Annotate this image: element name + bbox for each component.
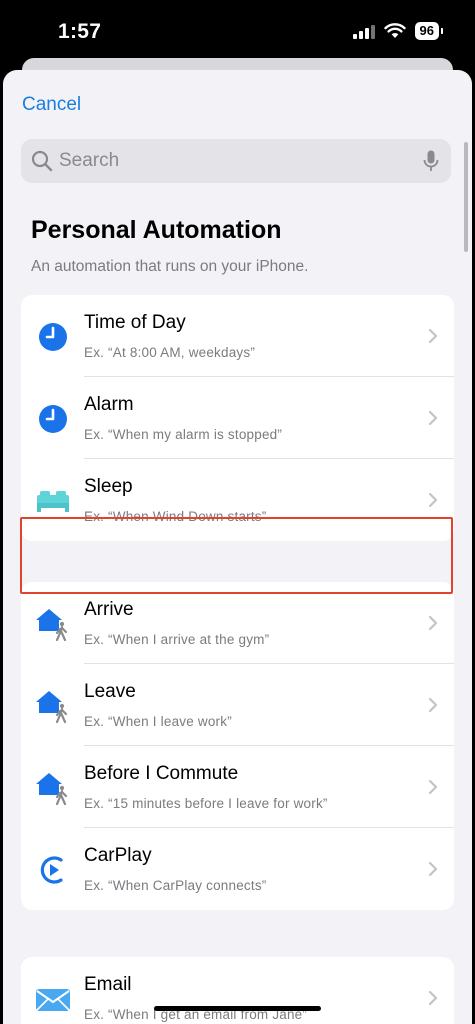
status-indicators: 96 xyxy=(352,22,444,40)
cellular-signal-icon xyxy=(352,24,375,39)
list-item-time-of-day[interactable]: Time of Day Ex. “At 8:00 AM, weekdays” xyxy=(21,295,454,377)
item-title: Sleep xyxy=(84,476,133,497)
item-subtitle: Ex. “When my alarm is stopped” xyxy=(84,427,283,442)
home-indicator[interactable] xyxy=(154,1006,321,1011)
status-time: 1:57 xyxy=(58,20,102,43)
alarm-icon xyxy=(39,405,67,433)
list-item-carplay[interactable]: CarPlay Ex. “When CarPlay connects” xyxy=(21,828,454,910)
chevron-right-icon xyxy=(428,697,438,713)
list-item-leave[interactable]: Leave Ex. “When I leave work” xyxy=(21,664,454,746)
chevron-right-icon xyxy=(428,861,438,877)
chevron-right-icon xyxy=(428,990,438,1006)
microphone-icon[interactable] xyxy=(423,150,439,173)
chevron-right-icon xyxy=(428,328,438,344)
item-subtitle: Ex. “When CarPlay connects” xyxy=(84,878,267,893)
item-title: Time of Day xyxy=(84,312,186,333)
cancel-button[interactable]: Cancel xyxy=(22,94,81,116)
item-subtitle: Ex. “When I arrive at the gym” xyxy=(84,632,270,647)
page-subtitle: An automation that runs on your iPhone. xyxy=(31,258,309,275)
automation-sheet: Cancel Personal Automation An automation… xyxy=(3,70,472,1024)
list-item-sleep[interactable]: Sleep Ex. “When Wind Down starts” xyxy=(21,459,454,541)
chevron-right-icon xyxy=(428,410,438,426)
list-item-before-i-commute[interactable]: Before I Commute Ex. “15 minutes before … xyxy=(21,746,454,828)
home-person-icon xyxy=(36,609,68,642)
page-title: Personal Automation xyxy=(31,216,282,244)
wifi-icon xyxy=(383,23,406,38)
list-item-alarm[interactable]: Alarm Ex. “When my alarm is stopped” xyxy=(21,377,454,459)
clock-icon xyxy=(39,323,67,351)
scrollbar[interactable] xyxy=(464,142,468,252)
list-item-arrive[interactable]: Arrive Ex. “When I arrive at the gym” xyxy=(21,582,454,664)
search-input[interactable] xyxy=(59,139,399,183)
item-title: Alarm xyxy=(84,394,134,415)
item-subtitle: Ex. “When Wind Down starts” xyxy=(84,509,267,524)
item-title: Leave xyxy=(84,681,136,702)
time-triggers-group: Time of Day Ex. “At 8:00 AM, weekdays” A… xyxy=(21,295,454,541)
mail-icon xyxy=(36,989,70,1011)
location-triggers-group: Arrive Ex. “When I arrive at the gym” Le… xyxy=(21,582,454,910)
search-icon xyxy=(31,150,53,172)
item-subtitle: Ex. “At 8:00 AM, weekdays” xyxy=(84,345,256,360)
chevron-right-icon xyxy=(428,615,438,631)
search-bar[interactable] xyxy=(21,139,451,183)
chevron-right-icon xyxy=(428,779,438,795)
home-person-icon xyxy=(36,691,68,724)
home-person-icon xyxy=(36,773,68,806)
status-bar: 1:57 96 xyxy=(0,0,475,66)
item-title: CarPlay xyxy=(84,845,152,866)
item-title: Before I Commute xyxy=(84,763,239,784)
list-item-email[interactable]: Email Ex. “When I get an email from Jane… xyxy=(21,957,454,1024)
item-subtitle: Ex. “When I leave work” xyxy=(84,714,232,729)
item-subtitle: Ex. “15 minutes before I leave for work” xyxy=(84,796,328,811)
communication-triggers-group: Email Ex. “When I get an email from Jane… xyxy=(21,957,454,1024)
item-title: Email xyxy=(84,974,132,995)
chevron-right-icon xyxy=(428,492,438,508)
item-title: Arrive xyxy=(84,599,134,620)
battery-indicator: 96 xyxy=(414,22,444,40)
bed-icon xyxy=(37,491,69,512)
carplay-icon xyxy=(40,856,63,884)
